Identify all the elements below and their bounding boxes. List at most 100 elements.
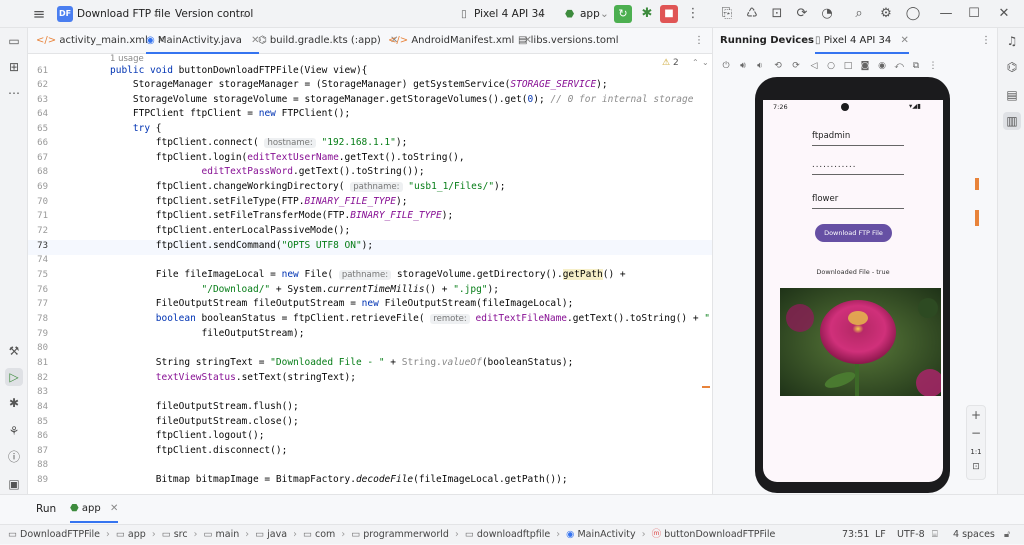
running-devices-icon[interactable]: ▥ (1003, 112, 1021, 130)
breadcrumb-item[interactable]: buttonDownloadFTPFile (664, 529, 775, 540)
layout-inspector-icon[interactable]: ⊡ (768, 5, 786, 23)
gear-icon[interactable]: ⚙ (877, 5, 895, 23)
device-selector[interactable]: Pixel 4 API 34 (474, 0, 545, 28)
structure-icon[interactable]: ⊞ (5, 58, 23, 76)
file-encoding[interactable]: UTF-8 (897, 525, 925, 545)
profiler-icon[interactable]: ◔ (818, 5, 836, 23)
breadcrumb-item[interactable]: DownloadFTPFile (20, 529, 100, 540)
line-number: 78 (37, 314, 48, 324)
breadcrumb-item[interactable]: programmerworld (363, 529, 449, 540)
module-icon: ▭ (8, 529, 17, 540)
more-actions-icon[interactable]: ⋮ (684, 5, 702, 23)
screen-record-icon[interactable]: ◉ (876, 60, 888, 72)
breadcrumb-item[interactable]: com (315, 529, 335, 540)
lock-icon[interactable]: 🔓︎ (1004, 525, 1010, 545)
tab-build-gradle[interactable]: ⌬ build.gradle.kts (:app) ✕ (258, 28, 398, 54)
device-manager-icon[interactable]: ⎘ (718, 5, 736, 23)
breadcrumb-item[interactable]: app (128, 529, 146, 540)
gradle-icon[interactable]: ⌬ (1003, 58, 1021, 76)
search-icon[interactable]: ⌕ (850, 5, 868, 23)
rotate-right-icon[interactable]: ⟳ (790, 60, 802, 72)
debug-tool-icon[interactable]: ✱ (5, 394, 23, 412)
power-icon[interactable]: ⏻ (720, 60, 732, 72)
app-inspection-icon[interactable]: ⚘ (5, 422, 23, 440)
problems-icon[interactable]: ⓘ (5, 448, 23, 466)
account-icon[interactable]: ◯ (904, 5, 922, 23)
editor-config-icon[interactable]: ⌸ (932, 525, 938, 545)
code-line: ftpClient.changeWorkingDirectory( pathna… (110, 181, 506, 192)
close-icon[interactable]: ✕ (995, 5, 1013, 23)
code-editor[interactable]: 1 usage ⚠ 2 ⌃ ⌄ 61 62 63 64 65 66 67 68 69 70 71 72… (28, 54, 712, 494)
line-number: 62 (37, 80, 48, 90)
build-icon[interactable]: ⚒ (5, 342, 23, 360)
back-icon[interactable]: ◁ (808, 60, 820, 72)
breadcrumb-item[interactable]: main (216, 529, 240, 540)
mirror-icon[interactable]: ⧉ (910, 60, 922, 72)
password-field[interactable]: ............ (812, 157, 904, 175)
breadcrumb-item[interactable]: downloadftpfile (477, 529, 550, 540)
stop-button[interactable]: ■ (660, 5, 678, 23)
android-icon: ⬣ (70, 503, 79, 514)
more-tools-icon[interactable]: ⋯ (5, 84, 23, 102)
chevron-up-icon[interactable]: ⌃ (692, 58, 699, 67)
cursor-position[interactable]: 73:51 (842, 525, 869, 545)
breadcrumb-item[interactable]: src (174, 529, 188, 540)
overview-icon[interactable]: □ (842, 60, 854, 72)
toml-file-icon: ▤ (518, 35, 528, 46)
sync-project-icon[interactable]: ⟳ (793, 5, 811, 23)
device-icon: ▯ (461, 8, 467, 20)
rerun-button[interactable]: ↻ (614, 5, 632, 23)
debug-icon[interactable]: ✱ (638, 5, 656, 23)
minimize-icon[interactable]: — (937, 5, 955, 23)
breadcrumb-item[interactable]: MainActivity (577, 529, 635, 540)
editor-tabs: </> activity_main.xml ✕ ◉ MainActivity.j… (28, 28, 712, 54)
notifications-icon[interactable]: ♫ (1003, 32, 1021, 50)
active-tab-indicator (815, 52, 909, 54)
app-run-tab[interactable]: ⬣ app ✕ (70, 495, 119, 523)
terminal-icon[interactable]: ▣ (5, 475, 23, 493)
fit-screen-icon[interactable]: ⊡ (967, 462, 985, 472)
param-hint: pathname: (338, 270, 392, 280)
close-icon[interactable]: ✕ (110, 503, 118, 514)
more-icon[interactable]: ⋮ (927, 60, 939, 72)
tab-main-activity[interactable]: ◉ MainActivity.java ✕ (146, 28, 260, 54)
app-quality-icon[interactable]: ♺ (743, 5, 761, 23)
more-options-icon[interactable]: ⋮ (981, 28, 991, 54)
code-line: ftpClient.login(editTextUserName.getText… (110, 152, 465, 163)
zoom-controls: + − 1:1 ⊡ (966, 405, 986, 480)
tab-libs-versions[interactable]: ▤ libs.versions.toml (518, 28, 619, 54)
title-bar: ≡ DF Download FTP file ⌄ Version control… (0, 0, 1024, 28)
screenshot-icon[interactable]: ◙ (859, 60, 871, 72)
home-icon[interactable]: ○ (825, 60, 837, 72)
chevron-down-icon[interactable]: ⌄ (702, 58, 709, 67)
tab-label: MainActivity.java (157, 35, 242, 46)
close-icon[interactable]: ✕ (900, 35, 908, 46)
project-badge: DF (57, 6, 73, 22)
username-field[interactable]: ftpadmin (812, 128, 904, 146)
warning-icon[interactable]: ⚠ 2 (662, 58, 679, 68)
main-menu-icon[interactable]: ≡ (30, 5, 48, 23)
tab-android-manifest[interactable]: </> AndroidManifest.xml ✕ (388, 28, 532, 54)
breadcrumb-item[interactable]: java (267, 529, 287, 540)
volume-up-icon[interactable]: 🔊︎ (737, 60, 749, 72)
indent-setting[interactable]: 4 spaces (953, 525, 995, 545)
rotate-left-icon[interactable]: ⟲ (772, 60, 784, 72)
code-line: FTPClient ftpClient = new FTPClient(); (110, 108, 351, 119)
line-ending[interactable]: LF (875, 525, 886, 545)
zoom-out-icon[interactable]: − (967, 426, 985, 440)
run-tab[interactable]: Run (36, 495, 56, 523)
run-tool-icon[interactable]: ▷ (5, 368, 23, 386)
zoom-in-icon[interactable]: + (967, 408, 985, 422)
filename-field[interactable]: flower (812, 191, 904, 209)
volume-down-icon[interactable]: 🔉︎ (754, 60, 766, 72)
zoom-actual-size[interactable]: 1:1 (967, 448, 985, 456)
usage-hint[interactable]: 1 usage (110, 54, 144, 64)
folder-icon[interactable]: ▭ (5, 32, 23, 50)
device-tab[interactable]: ▯ Pixel 4 API 34 ✕ (815, 28, 909, 54)
run-config-selector[interactable]: app (580, 0, 600, 28)
device-file-explorer-icon[interactable]: ▤ (1003, 86, 1021, 104)
reset-icon[interactable]: ⤺ (893, 60, 905, 72)
download-ftp-file-button[interactable]: Download FTP File (815, 224, 892, 242)
tab-overflow-icon[interactable]: ⋮ (694, 28, 704, 54)
maximize-icon[interactable]: ☐ (965, 5, 983, 23)
